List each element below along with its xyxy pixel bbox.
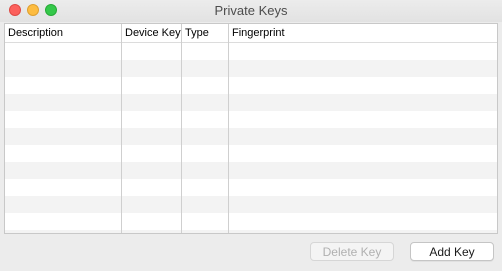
column-header-fingerprint[interactable]: Fingerprint — [229, 24, 497, 42]
window-title: Private Keys — [214, 3, 288, 18]
empty-row — [5, 111, 497, 128]
empty-row — [5, 196, 497, 213]
empty-row — [5, 128, 497, 145]
column-divider[interactable] — [121, 24, 122, 233]
column-header-device-key[interactable]: Device Key — [122, 24, 181, 42]
empty-row — [5, 179, 497, 196]
empty-row — [5, 77, 497, 94]
empty-row — [5, 43, 497, 60]
column-header-type[interactable]: Type — [182, 24, 228, 42]
empty-row — [5, 213, 497, 230]
add-key-button[interactable]: Add Key — [410, 242, 494, 261]
private-keys-table[interactable]: Description Device Key Type Fingerprint — [4, 23, 498, 234]
column-divider[interactable] — [228, 24, 229, 233]
table-body — [5, 43, 497, 233]
empty-row — [5, 145, 497, 162]
empty-row — [5, 230, 497, 233]
title-bar[interactable]: Private Keys — [0, 0, 502, 22]
table-header: Description Device Key Type Fingerprint — [5, 24, 497, 43]
column-header-description[interactable]: Description — [5, 24, 121, 42]
private-keys-window: Private Keys Description Device Key Type… — [0, 0, 502, 271]
delete-key-button[interactable]: Delete Key — [310, 242, 394, 261]
column-divider[interactable] — [181, 24, 182, 233]
empty-row — [5, 162, 497, 179]
empty-row — [5, 94, 497, 111]
empty-row — [5, 60, 497, 77]
